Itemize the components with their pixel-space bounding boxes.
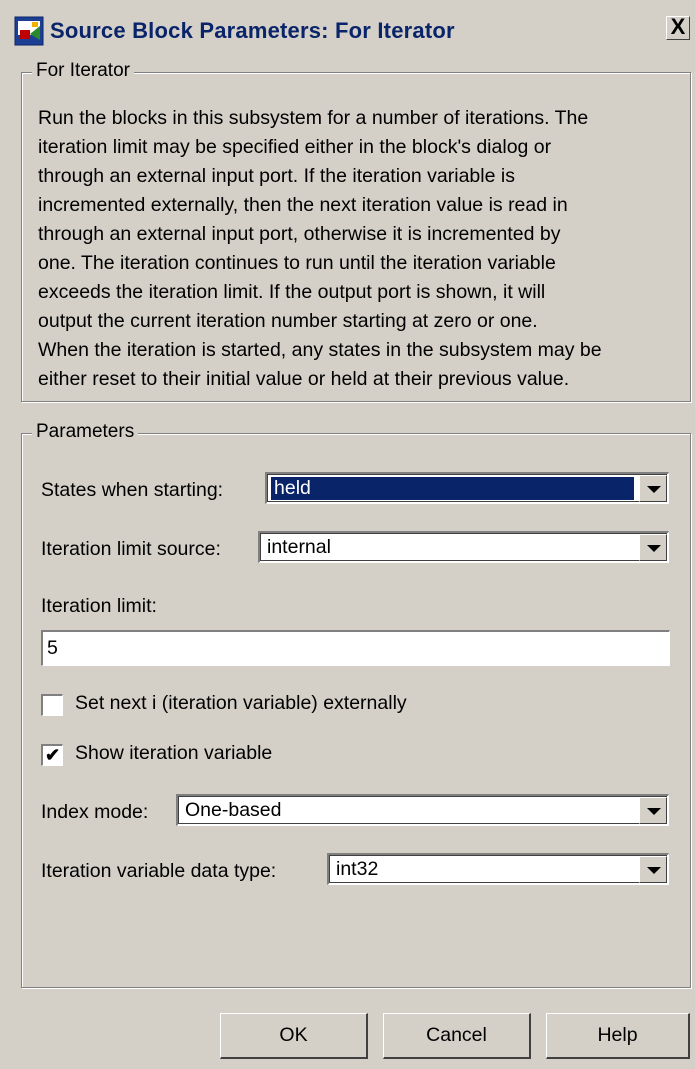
chevron-down-icon[interactable] xyxy=(639,534,667,561)
states-when-starting-value: held xyxy=(270,476,635,501)
window-title: Source Block Parameters: For Iterator xyxy=(50,17,455,43)
set-next-i-checkbox[interactable] xyxy=(41,694,63,716)
index-mode-label: Index mode: xyxy=(41,801,149,823)
description-line: Run the blocks in this subsystem for a n… xyxy=(38,107,589,129)
description-line: one. The iteration continues to run unti… xyxy=(38,252,556,274)
iteration-limit-source-label: Iteration limit source: xyxy=(41,538,221,560)
dialog-window: Source Block Parameters: For Iterator X … xyxy=(0,0,695,1069)
simulink-block-icon xyxy=(14,16,44,46)
description-line: iteration limit may be specified either … xyxy=(38,136,552,158)
description-line: incremented externally, then the next it… xyxy=(38,194,568,216)
states-when-starting-label: States when starting: xyxy=(41,479,224,501)
iteration-variable-data-type-dropdown[interactable]: int32 xyxy=(327,853,669,885)
parameters-group-legend: Parameters xyxy=(32,421,139,443)
title-bar: Source Block Parameters: For Iterator X xyxy=(8,12,690,49)
iteration-limit-source-value: internal xyxy=(267,536,331,558)
description-line: through an external input port. If the i… xyxy=(38,165,515,187)
iteration-variable-data-type-label: Iteration variable data type: xyxy=(41,860,277,882)
cancel-button[interactable]: Cancel xyxy=(383,1013,531,1059)
iteration-limit-source-dropdown[interactable]: internal xyxy=(258,531,669,563)
description-group-legend: For Iterator xyxy=(32,60,134,82)
ok-button[interactable]: OK xyxy=(220,1013,368,1059)
set-next-i-label: Set next i (iteration variable) external… xyxy=(75,692,407,714)
description-line: When the iteration is started, any state… xyxy=(38,339,602,361)
iteration-variable-data-type-value: int32 xyxy=(336,858,379,880)
close-button[interactable]: X xyxy=(666,16,690,40)
description-line: through an external input port, otherwis… xyxy=(38,223,561,245)
index-mode-dropdown[interactable]: One-based xyxy=(176,794,669,826)
index-mode-value: One-based xyxy=(185,799,282,821)
chevron-down-icon[interactable] xyxy=(639,797,667,824)
show-iteration-variable-label: Show iteration variable xyxy=(75,742,273,764)
help-button[interactable]: Help xyxy=(546,1013,690,1059)
chevron-down-icon[interactable] xyxy=(639,856,667,883)
show-iteration-variable-checkbox[interactable]: ✔ xyxy=(41,744,63,766)
description-line: output the current iteration number star… xyxy=(38,310,538,332)
iteration-limit-input[interactable]: 5 xyxy=(41,630,670,666)
chevron-down-icon[interactable] xyxy=(639,475,667,502)
description-line: either reset to their initial value or h… xyxy=(38,368,570,390)
close-icon: X xyxy=(670,14,686,39)
checkmark-icon: ✔ xyxy=(44,745,61,765)
states-when-starting-dropdown[interactable]: held xyxy=(265,472,669,504)
iteration-limit-label: Iteration limit: xyxy=(41,595,157,617)
description-line: exceeds the iteration limit. If the outp… xyxy=(38,281,546,303)
block-description: Run the blocks in this subsystem for a n… xyxy=(38,104,678,394)
